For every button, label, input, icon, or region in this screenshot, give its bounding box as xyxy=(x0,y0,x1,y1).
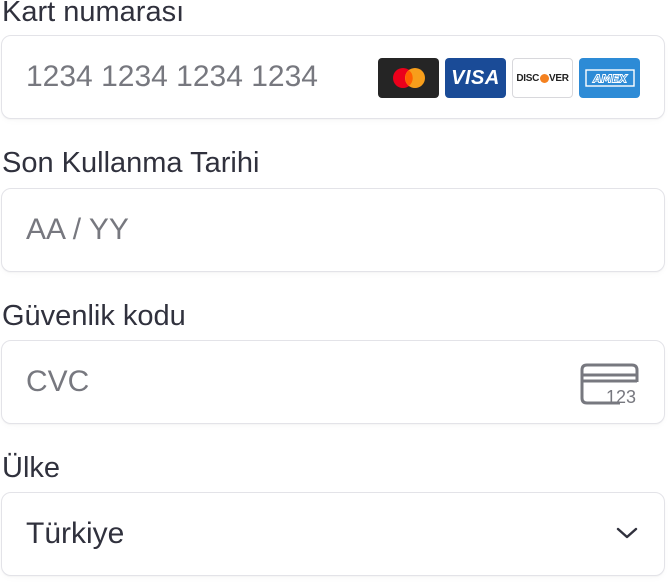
card-number-field[interactable]: VISA DISCVER AMEX xyxy=(1,35,665,119)
cvc-field[interactable]: 123 xyxy=(1,340,665,424)
payment-form: Kart numarası VISA DISCVER AMEX xyxy=(0,0,668,582)
cvc-icon-text: 123 xyxy=(606,387,636,406)
amex-logo-icon: AMEX xyxy=(579,58,640,98)
visa-logo-icon: VISA xyxy=(445,58,506,98)
expiry-field[interactable] xyxy=(1,188,665,272)
cvc-card-icon: 123 xyxy=(580,362,642,411)
expiry-label: Son Kullanma Tarihi xyxy=(2,147,260,179)
country-label: Ülke xyxy=(2,452,61,484)
chevron-down-icon xyxy=(616,526,638,545)
country-select[interactable]: Türkiye xyxy=(1,492,665,576)
card-brand-icons: VISA DISC VER AMEX xyxy=(378,58,640,98)
discover-logo-icon: DISC VER xyxy=(512,58,573,98)
expiry-input[interactable] xyxy=(26,189,626,271)
amex-logo-text: AMEX xyxy=(592,73,628,86)
mastercard-logo-icon xyxy=(378,58,439,98)
country-selected-value: Türkiye xyxy=(26,517,125,550)
cvc-input[interactable] xyxy=(26,341,546,423)
card-number-label: Kart numarası xyxy=(2,0,185,28)
cvc-label: Güvenlik kodu xyxy=(2,300,186,332)
card-number-input[interactable] xyxy=(26,36,366,118)
